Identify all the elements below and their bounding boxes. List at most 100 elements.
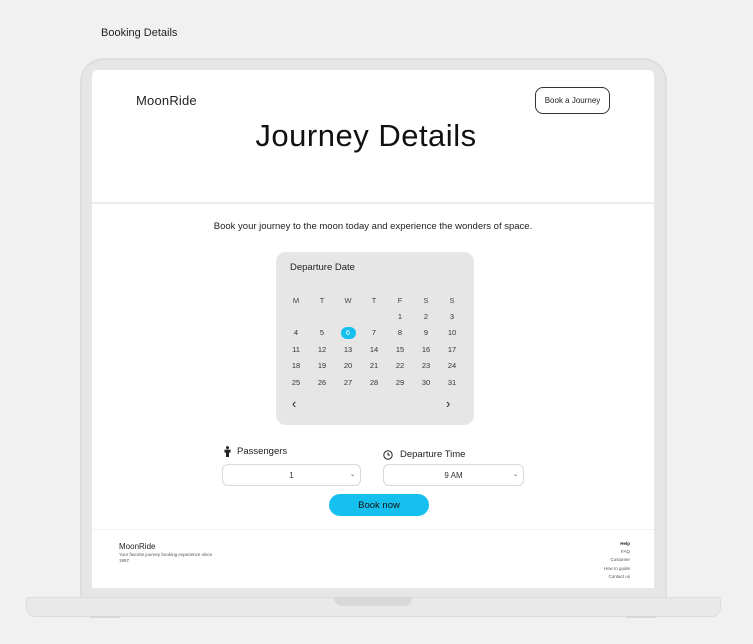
calendar-day-label: 14 [369, 344, 379, 354]
footer-links-heading: Help [620, 541, 630, 546]
calendar-day-label: 24 [447, 361, 457, 371]
calendar-day-label: 16 [421, 344, 431, 354]
departure-time-select[interactable]: 9 AM ⌄ [383, 464, 524, 486]
app-screen: MoonRide Book a Journey Journey Details … [92, 70, 654, 588]
calendar-day-label: 26 [317, 377, 327, 387]
calendar-day-label: 25 [291, 377, 301, 387]
calendar-day[interactable]: 23 [413, 358, 439, 374]
weekday-header: W [344, 295, 352, 305]
laptop-foot-left [90, 616, 120, 618]
logo[interactable]: MoonRide [136, 93, 197, 108]
calendar-day[interactable]: 31 [439, 374, 465, 390]
footer: MoonRide Your favorite journey booking e… [92, 529, 654, 588]
calendar-day[interactable]: 28 [361, 374, 387, 390]
calendar-day-selected[interactable]: 6 [335, 325, 361, 341]
departure-time-value: 9 AM [444, 470, 463, 480]
chevron-left-icon[interactable]: ‹ [292, 397, 296, 410]
departure-time-label-group: Departure Time [383, 449, 465, 460]
weekday-header: S [423, 295, 429, 305]
calendar-day-label: 4 [293, 328, 299, 338]
departure-time-label: Departure Time [400, 449, 466, 460]
calendar-day-label: 30 [421, 377, 431, 387]
passengers-value: 1 [289, 470, 294, 480]
calendar-day[interactable]: 11 [283, 341, 309, 357]
calendar-day[interactable]: 19 [309, 358, 335, 374]
chevron-right-icon[interactable]: › [446, 397, 450, 410]
footer-link-faq[interactable]: FAQ [604, 548, 630, 556]
calendar-blank [361, 308, 387, 324]
departure-calendar: Departure Date M T W T F S S 1 2 3 4 5 6 7 8 9 10 11 12 13 1… [276, 252, 474, 425]
calendar-day-label: 18 [291, 361, 301, 371]
calendar-day-label: 2 [423, 312, 429, 322]
footer-description: Your favorite journey booking experience… [119, 552, 213, 563]
calendar-day[interactable]: 15 [387, 341, 413, 357]
calendar-day[interactable]: 12 [309, 341, 335, 357]
calendar-day-label: 27 [343, 377, 353, 387]
calendar-day-label: 19 [317, 361, 327, 371]
calendar-day[interactable]: 20 [335, 358, 361, 374]
laptop-foot-right [626, 616, 656, 618]
calendar-day[interactable]: 4 [283, 325, 309, 341]
calendar-day[interactable]: 7 [361, 325, 387, 341]
tagline: Book your journey to the moon today and … [213, 221, 533, 232]
header: MoonRide Book a Journey Journey Details [92, 70, 654, 204]
passengers-label: Passengers [237, 446, 288, 457]
calendar-day-label: 21 [369, 361, 379, 371]
calendar-day[interactable]: 3 [439, 308, 465, 324]
calendar-day[interactable]: 24 [439, 358, 465, 374]
calendar-day[interactable]: 2 [413, 308, 439, 324]
book-a-journey-button[interactable]: Book a Journey [535, 87, 610, 114]
calendar-day-label: 8 [397, 328, 403, 338]
calendar-day[interactable]: 29 [387, 374, 413, 390]
calendar-day-label: 13 [343, 344, 353, 354]
calendar-day[interactable]: 9 [413, 325, 439, 341]
calendar-day-label: 10 [447, 328, 457, 338]
weekday-header: M [292, 295, 300, 305]
weekday-header: S [449, 295, 455, 305]
calendar-day[interactable]: 21 [361, 358, 387, 374]
footer-link-contact-us[interactable]: Contact us [604, 573, 630, 581]
calendar-day[interactable]: 1 [387, 308, 413, 324]
calendar-day-label: 11 [292, 344, 300, 354]
weekday-header: T [371, 295, 377, 305]
calendar-day-label: 20 [343, 361, 353, 371]
calendar-day-label: 12 [317, 344, 327, 354]
calendar-day[interactable]: 5 [309, 325, 335, 341]
weekday-header: F [397, 295, 403, 305]
calendar-day-label: 22 [395, 361, 405, 371]
footer-links: Help FAQ Customer How to guide Contact u… [604, 540, 630, 581]
clock-icon [383, 449, 393, 460]
calendar-day[interactable]: 17 [439, 341, 465, 357]
calendar-day-label: 29 [395, 377, 405, 387]
calendar-day-label: 31 [447, 377, 457, 387]
calendar-day[interactable]: 10 [439, 325, 465, 341]
calendar-day[interactable]: 16 [413, 341, 439, 357]
footer-link-customer[interactable]: Customer [604, 556, 630, 564]
calendar-day-label: 7 [371, 328, 377, 338]
page-label: Booking Details [101, 27, 178, 39]
person-icon [224, 446, 231, 457]
page-title: Journey Details [255, 118, 477, 153]
calendar-blank [283, 308, 309, 324]
calendar-day-label: 6 [340, 326, 356, 339]
passengers-select[interactable]: 1 ⌄ [222, 464, 361, 486]
calendar-day-label: 5 [319, 328, 325, 338]
calendar-day[interactable]: 27 [335, 374, 361, 390]
passengers-label-group: Passengers [223, 446, 287, 457]
calendar-day[interactable]: 14 [361, 341, 387, 357]
calendar-day[interactable]: 18 [283, 358, 309, 374]
calendar-day[interactable]: 8 [387, 325, 413, 341]
calendar-day-label: 15 [395, 344, 405, 354]
calendar-day[interactable]: 30 [413, 374, 439, 390]
calendar-blank [309, 308, 335, 324]
calendar-day-label: 1 [397, 312, 403, 322]
calendar-day[interactable]: 26 [309, 374, 335, 390]
calendar-day[interactable]: 25 [283, 374, 309, 390]
chevron-down-icon: ⌄ [512, 472, 518, 478]
calendar-day[interactable]: 22 [387, 358, 413, 374]
calendar-day[interactable]: 13 [335, 341, 361, 357]
book-now-button[interactable]: Book now [329, 494, 429, 516]
footer-link-how-to-guide[interactable]: How to guide [604, 565, 630, 573]
calendar-day-label: 23 [421, 361, 431, 371]
calendar-blank [335, 308, 361, 324]
